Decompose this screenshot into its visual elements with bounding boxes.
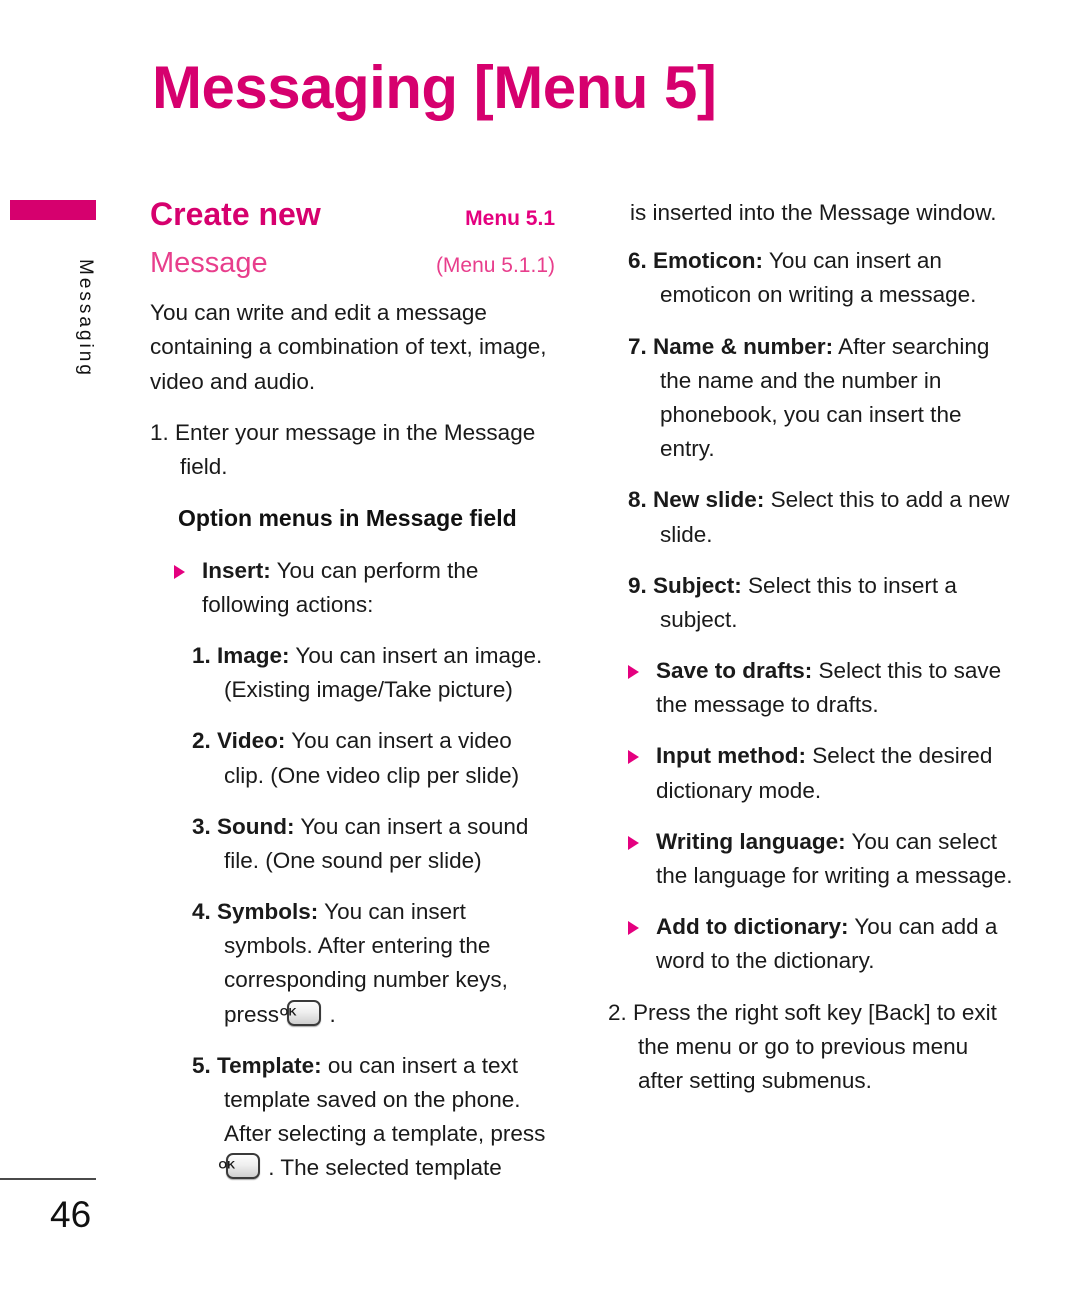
section-title: Create new: [150, 196, 321, 232]
item-number: 1.: [192, 642, 211, 668]
item-label: Template:: [217, 1052, 322, 1078]
list-item: 2. Video: You can insert a video clip. (…: [172, 724, 555, 792]
list-item: 3. Sound: You can insert a sound file. (…: [172, 810, 555, 878]
item-number: 2.: [192, 728, 211, 754]
ok-key-label: OK: [279, 1006, 297, 1019]
bullet-label: Add to dictionary:: [656, 914, 849, 940]
bullet-label: Writing language:: [656, 828, 846, 854]
chapter-tab-label: Messaging: [75, 258, 96, 378]
triangle-right-icon: [628, 750, 639, 765]
chapter-tab-bar: [10, 200, 96, 220]
item-label: Subject:: [653, 572, 742, 598]
section-heading: Create new Menu 5.1: [150, 196, 555, 233]
bullet-item: Save to drafts: Select this to save the …: [626, 654, 1013, 722]
item-number: 7.: [628, 333, 647, 359]
section-menu-ref: Menu 5.1: [465, 207, 555, 230]
item-number: 8.: [628, 487, 647, 513]
item-number: 5.: [192, 1052, 211, 1078]
triangle-right-icon: [628, 665, 639, 680]
intro-paragraph: You can write and edit a message contain…: [150, 300, 547, 394]
footer-divider: [0, 1178, 96, 1180]
item-label: Symbols:: [217, 899, 319, 925]
list-item: 7. Name & number: After searching the na…: [608, 330, 1013, 467]
item-label: Image:: [217, 642, 290, 668]
list-item: 5. Template: ou can insert a text templa…: [172, 1049, 555, 1186]
step-number: 2.: [608, 999, 627, 1025]
item-label: Sound:: [217, 813, 295, 839]
item-label: Emoticon:: [653, 248, 764, 274]
item-number: 9.: [628, 572, 647, 598]
left-column: Create new Menu 5.1 Message (Menu 5.1.1)…: [150, 196, 555, 1203]
ok-key-icon: OK: [218, 1153, 260, 1180]
step-item: 2. Press the right soft key [Back] to ex…: [608, 996, 1013, 1099]
step-text: Enter your message in the Message field.: [175, 419, 536, 479]
item-text-after: .: [323, 1001, 336, 1027]
item-label: New slide:: [653, 487, 765, 513]
list-item: 1. Image: You can insert an image. (Exis…: [172, 639, 555, 707]
step-number: 1.: [150, 419, 169, 445]
triangle-right-icon: [628, 921, 639, 936]
triangle-right-icon: [628, 835, 639, 850]
bullet-label: Save to drafts:: [656, 658, 813, 684]
ok-key-icon: OK: [279, 999, 322, 1026]
item-label: Video:: [217, 728, 286, 754]
subsection-heading: Message (Menu 5.1.1): [150, 247, 555, 280]
step-text: Press the right soft key [Back] to exit …: [633, 999, 997, 1093]
list-item: 6. Emoticon: You can insert an emoticon …: [608, 244, 1013, 312]
triangle-right-icon: [174, 564, 185, 579]
list-item: 9. Subject: Select this to insert a subj…: [608, 569, 1013, 637]
ok-key-label: OK: [218, 1159, 236, 1172]
chapter-side-tab: Messaging: [10, 200, 96, 398]
bullet-label: Input method:: [656, 743, 806, 769]
bullet-item: Input method: Select the desired diction…: [626, 739, 1013, 807]
item-number: 3.: [192, 813, 211, 839]
right-column: is inserted into the Message window. 6. …: [608, 196, 1013, 1115]
subsection-title: Message: [150, 246, 268, 279]
bullet-item: Writing language: You can select the lan…: [626, 825, 1013, 893]
list-item: 4. Symbols: You can insert symbols. Afte…: [172, 895, 555, 1032]
continued-paragraph: is inserted into the Message window.: [630, 200, 997, 225]
option-menus-heading: Option menus in Message field: [178, 505, 517, 532]
bullet-item: Add to dictionary: You can add a word to…: [626, 910, 1013, 978]
list-item: 8. New slide: Select this to add a new s…: [608, 483, 1013, 551]
item-number: 6.: [628, 248, 647, 274]
item-text-after: . The selected template: [262, 1155, 502, 1181]
item-label: Name & number:: [653, 333, 834, 359]
item-number: 4.: [192, 899, 211, 925]
bullet-item: Insert: You can perform the following ac…: [172, 554, 555, 622]
page-title: Messaging [Menu 5]: [152, 54, 717, 121]
subsection-menu-ref: (Menu 5.1.1): [435, 253, 555, 277]
step-item: 1. Enter your message in the Message fie…: [150, 416, 555, 484]
bullet-label: Insert:: [202, 557, 271, 583]
page-number: 46: [50, 1194, 92, 1235]
